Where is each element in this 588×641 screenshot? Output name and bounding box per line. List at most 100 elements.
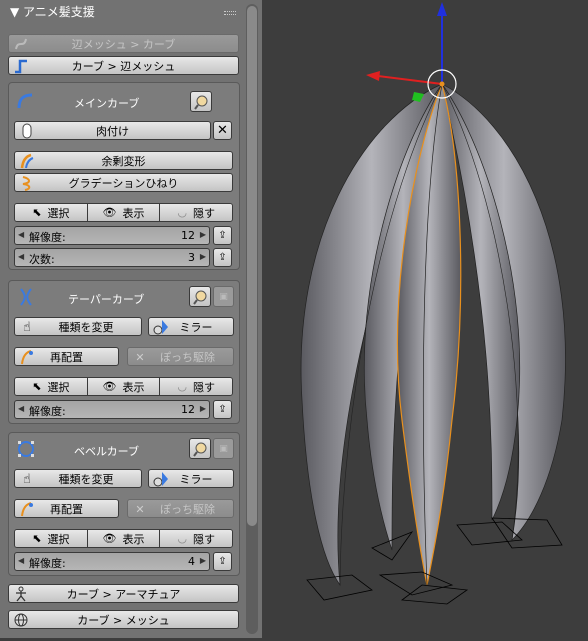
bevel-visibility-group: ⬉ 選択 👁 表示 ◡ 隠す [14,529,233,548]
select-label: 選択 [47,206,70,220]
decrement-arrow-icon[interactable]: ◀ [18,252,24,261]
curve-to-armature-label: カーブ > アーマチュア [66,587,181,601]
taper-rearrange-button[interactable]: 再配置 [14,347,119,366]
taper-change-type-button[interactable]: ☝ 種類を変更 [14,317,142,336]
3d-viewport[interactable] [262,0,588,638]
bevel-resolution-apply-button[interactable]: ⇪ [213,552,232,571]
curve-to-mesh-label: カーブ > メッシュ [77,613,170,627]
bevel-rearrange-button[interactable]: 再配置 [14,499,119,518]
main-order-apply-button[interactable]: ⇪ [213,248,232,267]
surplus-deform-button[interactable]: 余剰変形 [14,151,233,170]
rearrange-label: 再配置 [50,502,83,516]
panel-scrollbar[interactable] [246,4,258,634]
tool-panel: ▼ アニメ髪支援 辺メッシュ > カーブ カーブ > 辺メッシュ メインカーブ … [0,0,262,638]
hair-mesh[interactable] [300,82,566,587]
drag-handle-icon[interactable] [224,11,236,15]
main-curve-icon [16,92,34,113]
capsule-icon [19,123,35,139]
select-label: 選択 [47,532,70,546]
taper-resolution-field[interactable]: ◀ 解像度: 12 ▶ [14,400,210,419]
taper-extra-button[interactable]: ▣ [213,286,234,307]
taper-select-visibility-button[interactable]: ⬉ 選択 [15,378,87,395]
resolution-label: 解像度: [29,231,66,244]
hand-icon: ☝ [23,471,31,487]
change-type-label: 種類を変更 [58,320,114,334]
ghost-icon: ▣ [219,443,228,454]
taper-select-button[interactable] [189,286,211,307]
order-value: 3 [188,251,195,264]
bevel-hide-button[interactable]: ◡ 隠す [159,530,232,547]
cursor-icon: ⬉ [32,532,42,545]
bevel-select-button[interactable] [189,438,211,459]
main-resolution-field[interactable]: ◀ 解像度: 12 ▶ [14,226,210,245]
eye-closed-icon: ◡ [177,206,187,219]
close-icon: ✕ [217,123,228,138]
cursor-icon: ⬉ [32,380,42,393]
taper-resolution-apply-button[interactable]: ⇪ [213,400,232,419]
main-curve-title: メインカーブ [74,97,140,110]
bevel-mirror-button[interactable]: ミラー [148,469,234,488]
taper-show-button[interactable]: 👁 表示 [86,378,160,395]
scrollbar-thumb[interactable] [247,6,257,526]
curve-to-armature-button[interactable]: カーブ > アーマチュア [8,584,239,603]
taper-mirror-button[interactable]: ミラー [148,317,234,336]
decrement-arrow-icon[interactable]: ◀ [18,230,24,239]
main-select-button[interactable]: ⬉ 選択 [15,204,87,221]
mirror-icon [153,319,169,335]
main-show-button[interactable]: 👁 表示 [86,204,160,221]
rearrange-icon [19,501,35,517]
rearrange-label: 再配置 [50,350,83,364]
panel-header[interactable]: ▼ アニメ髪支援 [0,0,246,26]
hide-label: 隠す [192,206,215,220]
eye-icon: 👁 [102,532,117,545]
bevel-remove-dots-button[interactable]: ✕ ぽっち駆除 [127,499,234,518]
eye-icon: 👁 [102,206,117,219]
main-order-field[interactable]: ◀ 次数: 3 ▶ [14,248,210,267]
increment-arrow-icon[interactable]: ▶ [200,252,206,261]
armature-icon [13,586,29,602]
surplus-deform-label: 余剰変形 [101,154,146,168]
thicken-button[interactable]: 肉付け [14,121,211,140]
eye-closed-icon: ◡ [177,532,187,545]
mirror-label: ミラー [179,320,213,334]
bevel-resolution-field[interactable]: ◀ 解像度: 4 ▶ [14,552,210,571]
apply-icon: ⇪ [218,404,227,415]
bevel-extra-button[interactable]: ▣ [213,438,234,459]
edge-mesh-icon [13,58,29,74]
eye-closed-icon: ◡ [177,380,187,393]
hide-label: 隠す [192,532,215,546]
main-curve-select-button[interactable] [190,91,212,112]
thicken-remove-button[interactable]: ✕ [213,121,232,140]
main-resolution-apply-button[interactable]: ⇪ [213,226,232,245]
z-axis-arrow-icon[interactable] [437,2,447,16]
edge-to-curve-button[interactable]: 辺メッシュ > カーブ [8,34,239,53]
taper-remove-dots-button[interactable]: ✕ ぽっち駆除 [127,347,234,366]
decrement-arrow-icon[interactable]: ◀ [18,556,24,565]
curve-to-mesh-button[interactable]: カーブ > メッシュ [8,610,239,629]
bevel-change-type-button[interactable]: ☝ 種類を変更 [14,469,142,488]
gradation-twist-label: グラデーションひねり [68,176,179,190]
increment-arrow-icon[interactable]: ▶ [200,556,206,565]
magnify-icon [193,290,207,305]
bevel-show-button[interactable]: 👁 表示 [86,530,160,547]
decrement-arrow-icon[interactable]: ◀ [18,404,24,413]
mesh-sphere-icon [13,612,29,628]
curve-to-edge-button[interactable]: カーブ > 辺メッシュ [8,56,239,75]
bevel-select-visibility-button[interactable]: ⬉ 選択 [15,530,87,547]
remove-dots-label: ぽっち駆除 [160,502,215,516]
x-axis-arrow-icon[interactable] [366,71,380,81]
curve-to-edge-label: カーブ > 辺メッシュ [71,59,176,73]
apply-icon: ⇪ [218,230,227,241]
remove-dots-label: ぽっち駆除 [160,350,215,364]
bevel-curve-icon [16,439,36,462]
viewport-canvas[interactable] [262,0,588,638]
taper-hide-button[interactable]: ◡ 隠す [159,378,232,395]
resolution-value: 12 [181,229,195,242]
increment-arrow-icon[interactable]: ▶ [200,404,206,413]
main-visibility-group: ⬉ 選択 👁 表示 ◡ 隠す [14,203,233,222]
increment-arrow-icon[interactable]: ▶ [200,230,206,239]
eye-icon: 👁 [102,380,117,393]
main-hide-button[interactable]: ◡ 隠す [159,204,232,221]
select-label: 選択 [47,380,70,394]
gradation-twist-button[interactable]: グラデーションひねり [14,173,233,192]
